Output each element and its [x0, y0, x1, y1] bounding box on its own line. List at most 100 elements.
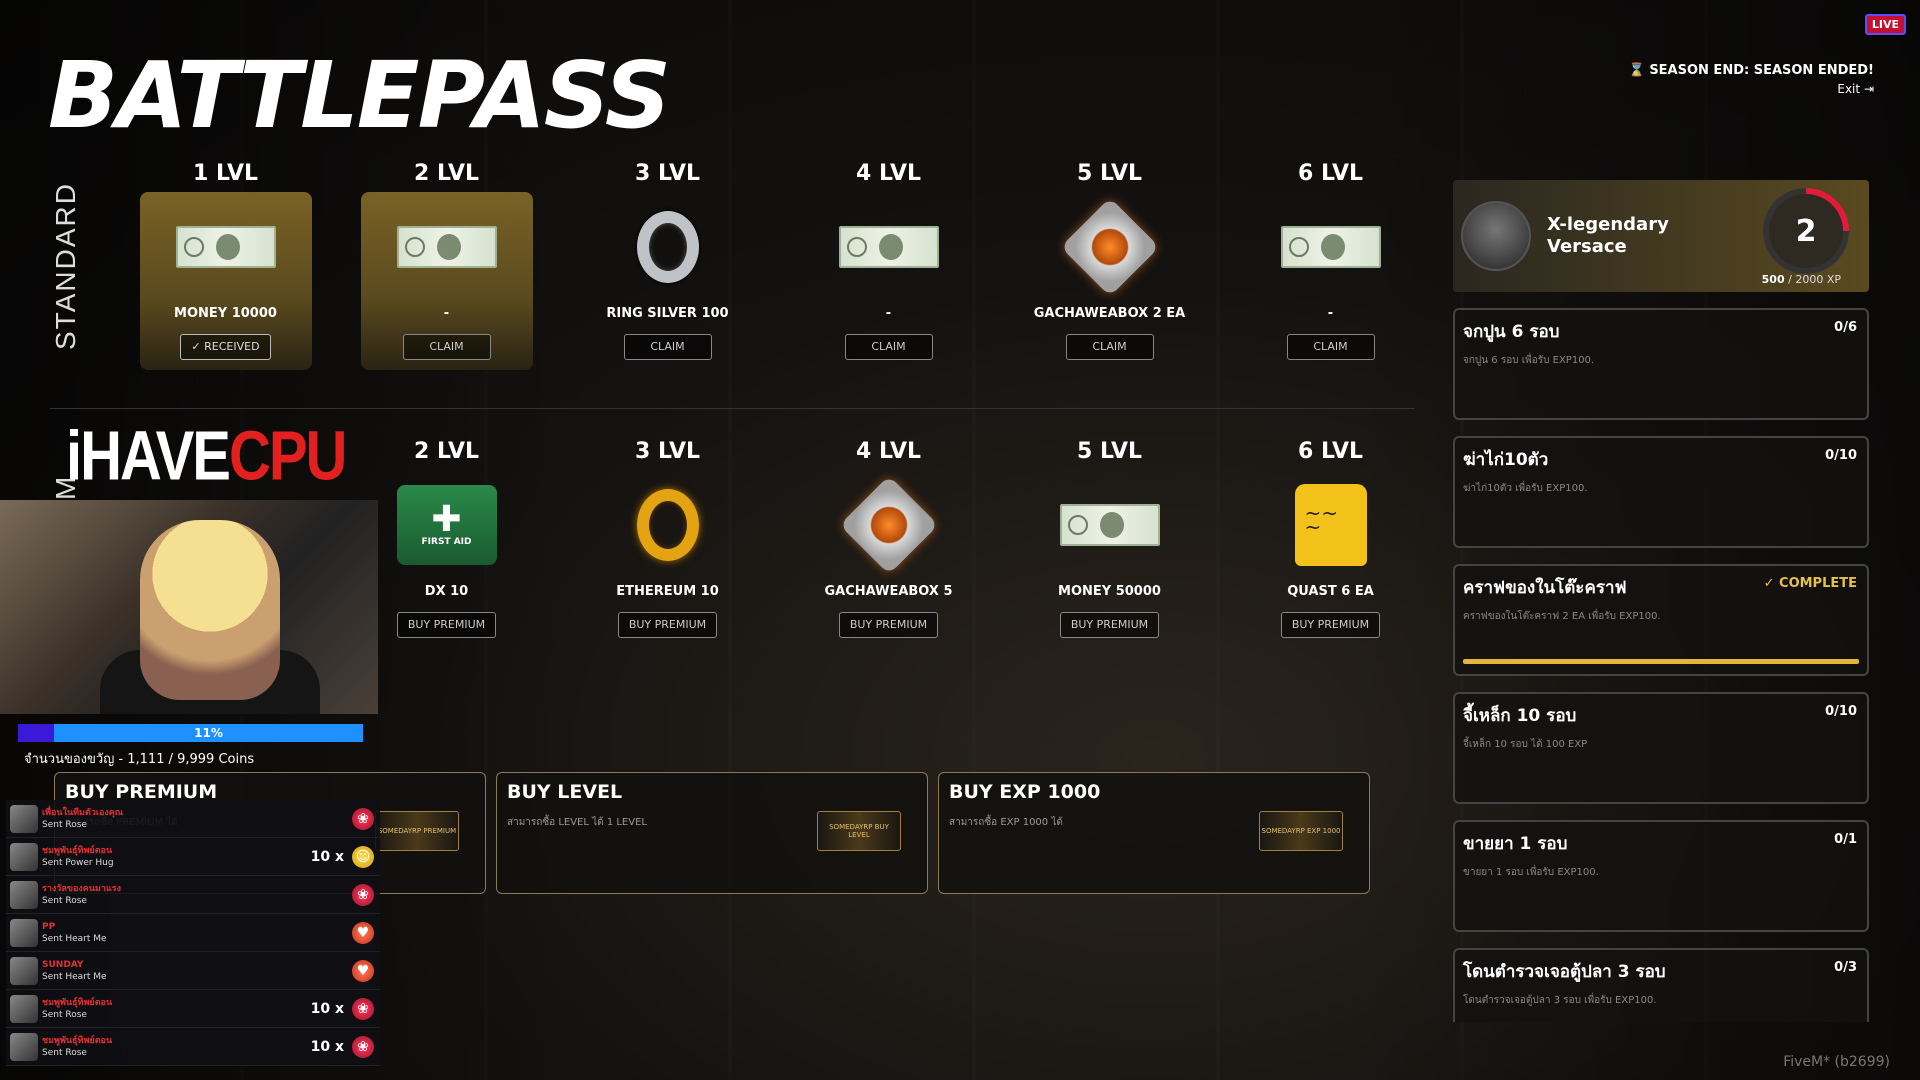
quest-progress: 0/3	[1834, 960, 1857, 975]
chat-row: รางวัลของคนมาแรง Sent Rose ❀	[6, 876, 380, 914]
chat-avatar	[10, 956, 38, 985]
row-divider	[50, 408, 1415, 409]
chat-username: เพื่อนในทีมตัวเองคุณ	[42, 807, 124, 818]
chat-row: เพื่อนในทีมตัวเองคุณ Sent Rose ❀	[6, 800, 380, 838]
shop-item-card: SOMEDAYRP PREMIUM	[375, 811, 459, 851]
level-label: 3 LVL	[634, 161, 700, 186]
shop-item-level[interactable]: BUY LEVEL สามารถซื้อ LEVEL ได้ 1 LEVEL SOM…	[496, 772, 928, 894]
reward-slot: 4 LVL - CLAIM	[778, 156, 999, 376]
exit-icon: ⇥	[1863, 82, 1874, 96]
build-version: FiveM* (b2699)	[1783, 1054, 1890, 1070]
quest-card[interactable]: คราฟของในโต๊ะคราฟ คราฟของในโต๊ะคราฟ 2 EA …	[1453, 564, 1869, 676]
quest-card[interactable]: ขายยา 1 รอบ ขายยา 1 รอบ เพื่อรับ EXP100. 0…	[1453, 820, 1869, 932]
shop-item-exp[interactable]: BUY EXP 1000 สามารถซื้อ EXP 1000 ได้ SOMED…	[938, 772, 1370, 894]
claim-button[interactable]: CLAIM	[1065, 334, 1154, 360]
quest-card[interactable]: จกปูน 6 รอบ จกปูน 6 รอบ เพื่อรับ EXP100. 0…	[1453, 308, 1869, 420]
chat-avatar	[10, 918, 38, 947]
rose-gift-icon: ❀	[352, 997, 374, 1020]
reward-card: QUAST 6 EA BUY PREMIUM	[1245, 470, 1417, 648]
reward-name: MONEY 50000	[1058, 584, 1161, 599]
chat-message: Sent Heart Me	[42, 933, 107, 944]
check-icon: ✓	[191, 340, 205, 353]
reward-card: RING SILVER 100 CLAIM	[582, 192, 754, 370]
gift-count: 10 x	[310, 1038, 344, 1055]
money-bill-icon	[174, 212, 278, 282]
shop-item-card: SOMEDAYRP EXP 1000	[1259, 811, 1343, 851]
reward-name: ETHEREUM 10	[616, 584, 719, 599]
chat-avatar	[10, 1032, 38, 1061]
reward-slot: 4 LVL GACHAWEABOX 5 BUY PREMIUM	[778, 434, 999, 654]
level-label: 1 LVL	[192, 161, 258, 186]
quest-title: จกปูน 6 รอบ	[1463, 322, 1560, 342]
quest-progress: 0/10	[1825, 448, 1857, 463]
chat-row: ชมพูพันธุ์ทิพย์ตอน Sent Power Hug 10 x ☺	[6, 838, 380, 876]
gift-chat-feed: เพื่อนในทีมตัวเองคุณ Sent Rose ❀ ชมพูพันธุ์…	[6, 800, 380, 1066]
level-label: 3 LVL	[634, 439, 700, 464]
first-aid-icon: ✚ FIRST AID	[395, 485, 499, 565]
reward-slot: 6 LVL QUAST 6 EA BUY PREMIUM	[1220, 434, 1441, 654]
received-badge: ✓ RECEIVED	[180, 334, 271, 360]
reward-slot: 3 LVL ETHEREUM 10 BUY PREMIUM	[557, 434, 778, 654]
hug-gift-icon: ☺	[352, 845, 374, 868]
claim-button[interactable]: CLAIM	[1286, 334, 1375, 360]
reward-name: QUAST 6 EA	[1287, 584, 1374, 599]
standard-row-label: STANDARD	[50, 182, 81, 350]
chat-message: Sent Power Hug	[42, 857, 114, 868]
chat-row: ชมพูพันธุ์ทิพย์ตอน Sent Rose 10 x ❀	[6, 990, 380, 1028]
quest-description: โดนตำรวจเจอตู้ปลา 3 รอบ เพื่อรับ EXP100.	[1463, 995, 1657, 1006]
reward-card: GACHAWEABOX 5 BUY PREMIUM	[803, 470, 975, 648]
quest-list[interactable]: จกปูน 6 รอบ จกปูน 6 รอบ เพื่อรับ EXP100. 0…	[1453, 292, 1869, 1022]
chat-avatar	[10, 880, 38, 909]
claim-button[interactable]: CLAIM	[844, 334, 933, 360]
money-bill-icon	[395, 212, 499, 282]
rose-gift-icon: ❀	[352, 1035, 374, 1058]
player-sidebar: X-legendary Versace 2 500 / 2000 XP	[1453, 180, 1869, 292]
quest-title: โดนตำรวจเจอตู้ปลา 3 รอบ	[1463, 962, 1666, 982]
exit-button[interactable]: Exit ⇥	[1629, 80, 1874, 98]
quest-description: คราฟของในโต๊ะคราฟ 2 EA เพื่อรับ EXP100.	[1463, 611, 1661, 622]
chat-avatar	[10, 804, 38, 833]
quest-title: ขายยา 1 รอบ	[1463, 834, 1568, 854]
level-ring: 2	[1763, 188, 1849, 274]
reward-slot: 5 LVL MONEY 50000 BUY PREMIUM	[999, 434, 1220, 654]
reward-card: GACHAWEABOX 2 EA CLAIM	[1024, 192, 1196, 370]
level-label: 6 LVL	[1297, 161, 1363, 186]
reward-card: ETHEREUM 10 BUY PREMIUM	[582, 470, 754, 648]
player-name: X-legendary Versace	[1547, 214, 1669, 257]
claim-button[interactable]: CLAIM	[402, 334, 491, 360]
hourglass-icon: ⌛	[1628, 63, 1645, 78]
reward-name: RING SILVER 100	[606, 306, 729, 321]
chat-username: รางวัลของคนมาแรง	[42, 883, 121, 894]
buy-premium-button[interactable]: BUY PREMIUM	[1280, 612, 1381, 638]
buy-premium-button[interactable]: BUY PREMIUM	[838, 612, 939, 638]
heart-gift-icon: ♥	[352, 959, 374, 982]
gacha-box-icon	[1058, 197, 1162, 297]
chat-message: Sent Rose	[42, 1047, 87, 1058]
shop-item-title: BUY LEVEL	[507, 781, 623, 803]
quest-card[interactable]: จี้เหล็ก 10 รอบ จี้เหล็ก 10 รอบ ได้ 100 E…	[1453, 692, 1869, 804]
claim-button[interactable]: CLAIM	[623, 334, 712, 360]
reward-card: - CLAIM	[803, 192, 975, 370]
buy-premium-button[interactable]: BUY PREMIUM	[396, 612, 497, 638]
quest-progress: 0/10	[1825, 704, 1857, 719]
shop-item-title: BUY EXP 1000	[949, 781, 1101, 803]
chat-row: ชมพูพันธุ์ทิพย์ตอน Sent Rose 10 x ❀	[6, 1028, 380, 1066]
buy-premium-button[interactable]: BUY PREMIUM	[617, 612, 718, 638]
money-bill-icon	[837, 212, 941, 282]
quest-title: ฆ่าไก่10ตัว	[1463, 450, 1549, 470]
quest-progress: ✓ COMPLETE	[1763, 576, 1857, 591]
reward-name: GACHAWEABOX 5	[824, 584, 953, 599]
donation-progress-bar: 11%	[18, 724, 363, 742]
quest-card[interactable]: โดนตำรวจเจอตู้ปลา 3 รอบโดนตำรวจเจอตู้ปลา…	[1453, 948, 1869, 1022]
reward-card: ✚ FIRST AID DX 10 BUY PREMIUM	[361, 470, 533, 648]
chat-username: ชมพูพันธุ์ทิพย์ตอน	[42, 845, 113, 856]
quest-card[interactable]: ฆ่าไก่10ตัว ฆ่าไก่10ตัว เพื่อรับ EXP100. 0…	[1453, 436, 1869, 548]
gift-count: 10 x	[310, 848, 344, 865]
silver-ring-icon	[616, 211, 720, 283]
chat-message: Sent Heart Me	[42, 971, 107, 982]
standard-rewards: 1 LVL MONEY 10000 ✓ RECEIVED 2 LVL - CLAIM 3 L…	[115, 156, 1441, 376]
player-level: 2	[1769, 194, 1843, 268]
buy-premium-button[interactable]: BUY PREMIUM	[1059, 612, 1160, 638]
chat-username: PP	[42, 921, 56, 932]
chat-avatar	[10, 994, 38, 1023]
